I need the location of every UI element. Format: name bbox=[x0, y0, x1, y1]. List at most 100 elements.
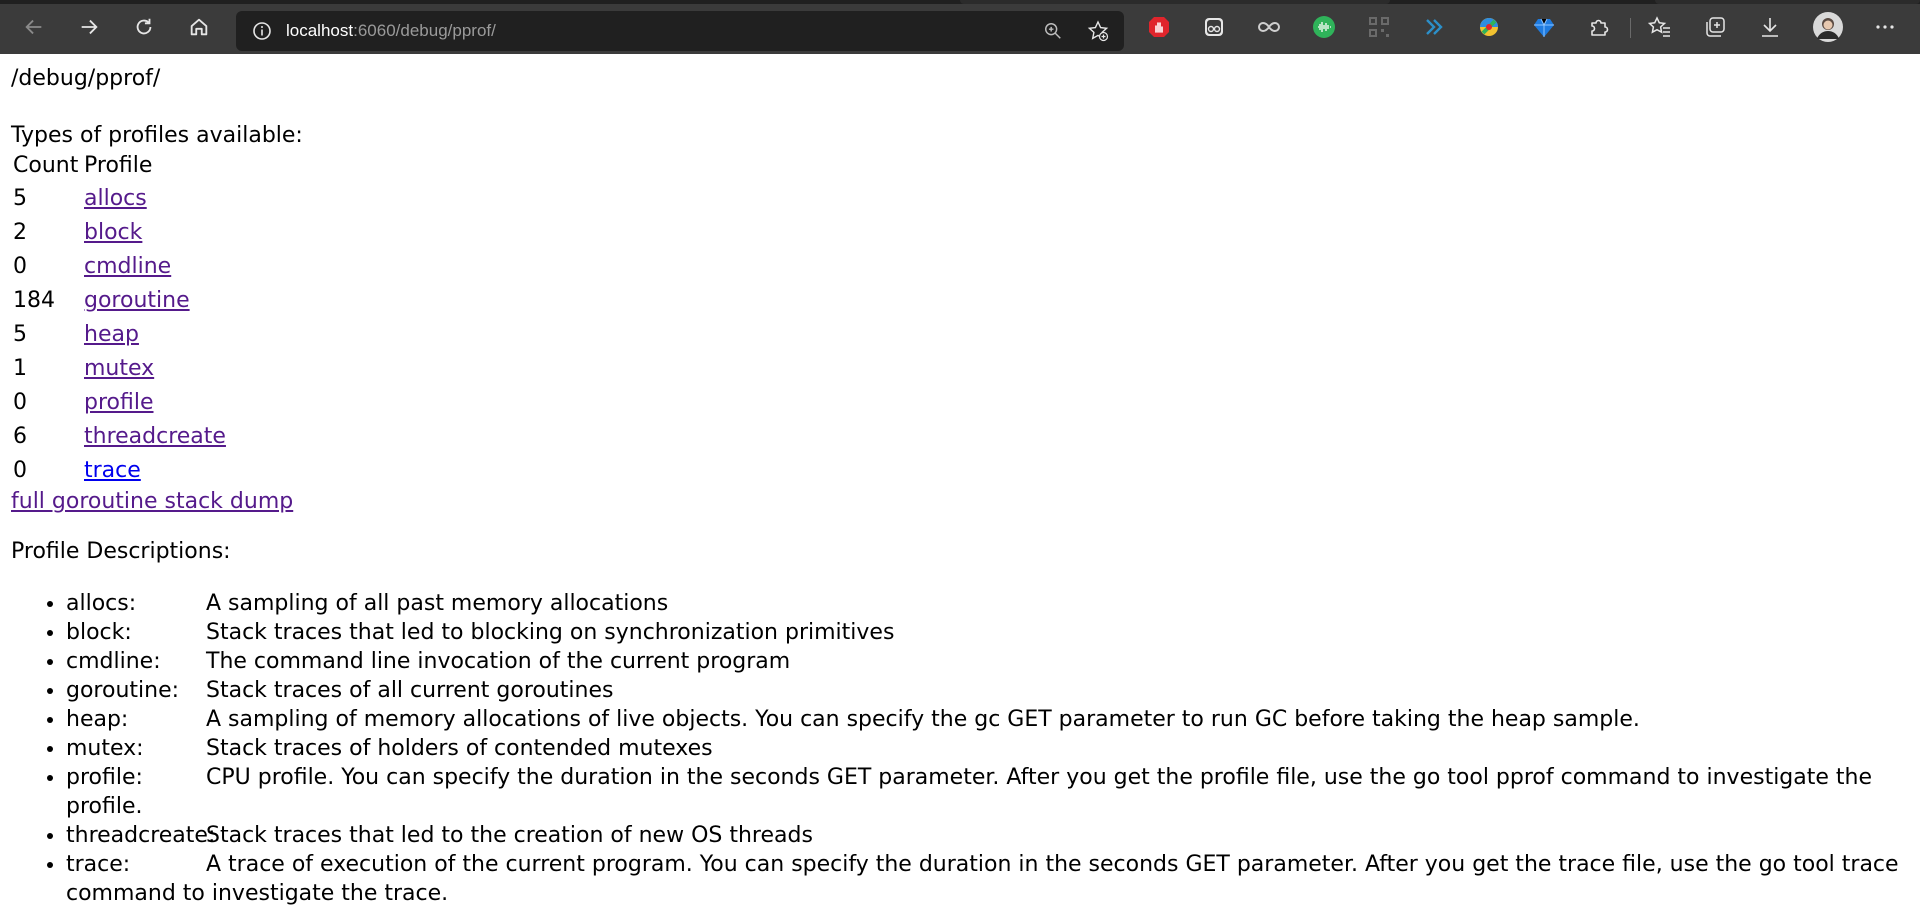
desc-text: The command line invocation of the curre… bbox=[206, 649, 790, 674]
types-heading: Types of profiles available: bbox=[11, 122, 1920, 150]
profile-cell: heap bbox=[84, 318, 226, 352]
audio-wave-icon[interactable] bbox=[1312, 15, 1336, 39]
desc-text: Stack traces that led to the creation of… bbox=[206, 823, 813, 848]
toolbar-separator bbox=[1630, 18, 1631, 38]
avatar[interactable] bbox=[1813, 12, 1843, 42]
table-row: 0 profile bbox=[13, 386, 226, 420]
qr-icon[interactable] bbox=[1367, 15, 1391, 39]
profile-cell: block bbox=[84, 216, 226, 250]
table-row: 184 goroutine bbox=[13, 284, 226, 318]
favorites-icon[interactable] bbox=[1648, 15, 1672, 39]
home-icon[interactable] bbox=[183, 11, 215, 43]
collections-icon[interactable] bbox=[1703, 15, 1727, 39]
back-icon[interactable] bbox=[18, 11, 50, 43]
desc-text: Stack traces of all current goroutines bbox=[206, 678, 613, 703]
desc-text: CPU profile. You can specify the duratio… bbox=[66, 765, 1872, 819]
more-icon[interactable] bbox=[1873, 15, 1897, 39]
list-item: profile:CPU profile. You can specify the… bbox=[66, 763, 1920, 821]
forward-icon[interactable] bbox=[73, 11, 105, 43]
download-icon[interactable] bbox=[1758, 15, 1782, 39]
profile-link-heap[interactable]: heap bbox=[84, 322, 139, 347]
profile-cell: trace bbox=[84, 454, 226, 488]
ghostery-icon[interactable] bbox=[1202, 15, 1226, 39]
count-cell: 1 bbox=[13, 352, 81, 386]
url-text[interactable]: localhost:6060/debug/pprof/ bbox=[286, 21, 496, 41]
page-title: /debug/pprof/ bbox=[11, 65, 1920, 93]
diamond-icon[interactable] bbox=[1532, 15, 1556, 39]
desc-key: threadcreate: bbox=[66, 821, 206, 850]
desc-key: trace: bbox=[66, 850, 206, 879]
profile-cell: cmdline bbox=[84, 250, 226, 284]
list-item: allocs:A sampling of all past memory all… bbox=[66, 589, 1920, 618]
count-cell: 5 bbox=[13, 182, 81, 216]
profile-cell: mutex bbox=[84, 352, 226, 386]
list-item: trace:A trace of execution of the curren… bbox=[66, 850, 1920, 908]
count-cell: 5 bbox=[13, 318, 81, 352]
desc-text: A sampling of all past memory allocation… bbox=[206, 591, 668, 616]
profile-cell: threadcreate bbox=[84, 420, 226, 454]
table-row: 5 heap bbox=[13, 318, 226, 352]
tab-strip bbox=[0, 0, 1920, 4]
color-picker-icon[interactable] bbox=[1477, 15, 1501, 39]
desc-key: goroutine: bbox=[66, 676, 206, 705]
desc-text: A sampling of memory allocations of live… bbox=[206, 707, 1640, 732]
profile-cell: goroutine bbox=[84, 284, 226, 318]
desc-key: mutex: bbox=[66, 734, 206, 763]
list-item: goroutine:Stack traces of all current go… bbox=[66, 676, 1920, 705]
profile-link-cmdline[interactable]: cmdline bbox=[84, 254, 171, 279]
list-item: heap:A sampling of memory allocations of… bbox=[66, 705, 1920, 734]
table-row: 0 cmdline bbox=[13, 250, 226, 284]
desc-key: profile: bbox=[66, 763, 206, 792]
infinity-icon[interactable] bbox=[1257, 15, 1281, 39]
count-cell: 0 bbox=[13, 386, 81, 420]
profile-link-block[interactable]: block bbox=[84, 220, 142, 245]
desc-key: block: bbox=[66, 618, 206, 647]
count-cell: 0 bbox=[13, 250, 81, 284]
profile-link-profile[interactable]: profile bbox=[84, 390, 154, 415]
url-host: localhost bbox=[286, 21, 353, 40]
add-favorite-icon[interactable] bbox=[1087, 20, 1109, 42]
desc-key: heap: bbox=[66, 705, 206, 734]
table-header-row: Count Profile bbox=[13, 150, 226, 182]
table-row: 0 trace bbox=[13, 454, 226, 488]
address-bar[interactable]: localhost:6060/debug/pprof/ bbox=[236, 11, 1124, 51]
profile-link-mutex[interactable]: mutex bbox=[84, 356, 154, 381]
list-item: block:Stack traces that led to blocking … bbox=[66, 618, 1920, 647]
count-header: Count bbox=[13, 150, 81, 182]
double-chevron-icon[interactable] bbox=[1422, 15, 1446, 39]
desc-key: allocs: bbox=[66, 589, 206, 618]
refresh-icon[interactable] bbox=[128, 11, 160, 43]
url-path: :6060/debug/pprof/ bbox=[353, 21, 496, 40]
profile-cell: allocs bbox=[84, 182, 226, 216]
count-cell: 184 bbox=[13, 284, 81, 318]
count-cell: 2 bbox=[13, 216, 81, 250]
count-cell: 6 bbox=[13, 420, 81, 454]
zoom-icon[interactable] bbox=[1042, 20, 1064, 42]
count-cell: 0 bbox=[13, 454, 81, 488]
descriptions-list: allocs:A sampling of all past memory all… bbox=[11, 589, 1920, 908]
desc-text: Stack traces that led to blocking on syn… bbox=[206, 620, 894, 645]
list-item: mutex:Stack traces of holders of contend… bbox=[66, 734, 1920, 763]
table-row: 1 mutex bbox=[13, 352, 226, 386]
desc-text: Stack traces of holders of contended mut… bbox=[206, 736, 713, 761]
profile-cell: profile bbox=[84, 386, 226, 420]
profiles-table: Count Profile 5 allocs 2 block 0 cmdline… bbox=[10, 150, 229, 488]
descriptions-heading: Profile Descriptions: bbox=[11, 538, 1920, 566]
puzzle-icon[interactable] bbox=[1587, 15, 1611, 39]
profile-link-threadcreate[interactable]: threadcreate bbox=[84, 424, 226, 449]
info-icon[interactable] bbox=[252, 21, 272, 41]
table-row: 2 block bbox=[13, 216, 226, 250]
adblock-icon[interactable] bbox=[1147, 15, 1171, 39]
profile-link-goroutine[interactable]: goroutine bbox=[84, 288, 190, 313]
full-goroutine-dump-link[interactable]: full goroutine stack dump bbox=[11, 488, 1920, 516]
table-row: 6 threadcreate bbox=[13, 420, 226, 454]
page-content: /debug/pprof/ Types of profiles availabl… bbox=[0, 54, 1920, 898]
list-item: cmdline:The command line invocation of t… bbox=[66, 647, 1920, 676]
profile-link-allocs[interactable]: allocs bbox=[84, 186, 147, 211]
browser-toolbar: localhost:6060/debug/pprof/ bbox=[0, 0, 1920, 54]
list-item: threadcreate:Stack traces that led to th… bbox=[66, 821, 1920, 850]
table-row: 5 allocs bbox=[13, 182, 226, 216]
profile-header: Profile bbox=[84, 150, 226, 182]
desc-key: cmdline: bbox=[66, 647, 206, 676]
profile-link-trace[interactable]: trace bbox=[84, 458, 141, 483]
